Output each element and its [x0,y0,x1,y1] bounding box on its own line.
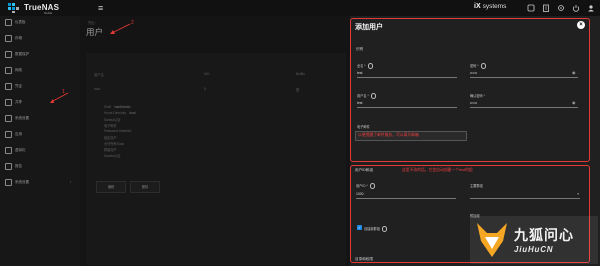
fullname-field[interactable]: test [357,70,457,78]
sidebar-item-system[interactable]: 系统设置 › [5,178,77,186]
sidebar-item-dashboard[interactable]: 仪表板 [5,18,77,26]
label-text: 确认密码 * [470,94,485,98]
top-bar: TrueNAS SCALE ≡ iX systems [0,0,600,16]
sidebar-item-label: 报告 [15,163,22,168]
password-value: •••••• [470,71,478,75]
ix-name: systems [482,3,507,10]
help-icon[interactable] [480,63,487,69]
chart-icon [5,163,12,170]
visibility-off-icon[interactable]: ◉ [572,71,578,75]
ix-prefix: iX [474,3,481,10]
label-text: 创建新群组 [364,227,380,231]
password-field[interactable]: •••••• ◉ [470,70,578,78]
section-identity: 识别 [356,47,364,51]
fullname-label: 全名 * [357,63,374,69]
fox-logo-icon [477,223,507,257]
sidebar-item-label: 凭证 [15,83,22,88]
visibility-off-icon[interactable]: ◉ [572,101,578,105]
section-user-id-and-groups: 用户ID和组 [355,168,373,172]
help-icon[interactable] [369,183,376,189]
truenas-logo[interactable]: TrueNAS SCALE [8,3,64,15]
help-icon[interactable] [381,226,388,232]
truenas-logo-icon [8,3,19,13]
username-field[interactable]: test [357,100,457,108]
confirm-password-field[interactable]: •••••• ◉ [470,100,578,108]
label-text: 全名 * [357,64,366,68]
sidebar-item-network[interactable]: 网络 [5,66,77,74]
uid-field[interactable]: 1000 [356,191,456,199]
annotation-arrow-1 [50,92,69,103]
sidebar-item-label: 系统设置 [15,179,29,184]
tune-icon [5,115,12,122]
email-label: 电子邮件 [357,125,370,129]
storage-icon [5,35,12,42]
ix-systems-logo[interactable]: iX systems [474,3,506,10]
annotation-number-1: 1 [62,89,65,95]
monitor-icon [5,147,12,154]
username-label: 用户名 * [357,93,377,99]
gear-icon [5,179,12,186]
power-icon[interactable] [572,4,580,12]
watermark: 九狐问心 JiuHuCN [470,216,598,264]
close-icon[interactable]: × [577,21,585,29]
sidebar-item-label: 共享 [15,99,22,104]
dashboard-icon [5,19,12,26]
help-icon[interactable] [367,63,374,69]
create-group-checkbox[interactable]: ✓ [357,225,362,230]
brand-name: TrueNAS [24,3,60,12]
sidebar-item-apps[interactable]: 应用 [5,130,77,138]
network-icon [5,67,12,74]
menu-toggle-icon[interactable]: ≡ [98,3,108,13]
sidebar-item-label: 应用 [15,131,22,136]
email-annotation: 以便提醒了邮件服务，可以填写邮箱 [358,133,419,137]
sidebar-item-reports[interactable]: 报告 [5,162,77,170]
sidebar-item-data-protection[interactable]: 数据保护 [5,50,77,58]
chevron-down-icon: ▾ [577,192,579,196]
settings-icon[interactable] [557,4,565,12]
help-icon[interactable] [370,93,377,99]
sidebar-item-label: 虚拟化 [15,147,26,152]
section-directories: 目录和权限 [355,257,373,261]
label-text: 用户ID * [356,184,368,188]
account-icon[interactable] [587,4,595,12]
chevron-right-icon: › [70,179,72,184]
uid-label: 用户ID * [356,183,376,189]
sidebar-item-virtualization[interactable]: 虚拟化 [5,146,77,154]
primary-group-select[interactable]: ▾ [470,191,580,199]
key-icon [5,83,12,90]
password-label: 密码 * [470,63,487,69]
sidebar-item-label: 网络 [15,67,22,72]
sidebar-item-system-settings[interactable]: 系统设置 [5,114,77,122]
panel-title: 添加用户 [355,24,383,31]
sidebar-item-label: 系统设置 [15,115,29,120]
alert-icon[interactable] [527,4,535,12]
clipboard-icon[interactable] [542,4,550,12]
primary-group-label: 主要群组 [470,184,483,188]
sidebar-item-label: 仪表板 [15,19,26,24]
share-icon [5,99,12,106]
label-text: 用户名 * [357,94,369,98]
watermark-en: JiuHuCN [514,245,554,254]
watermark-cn: 九狐问心 [514,227,574,243]
sidebar-item-label: 存储 [15,35,22,40]
ids-annotation: 这里不改的话，它会自动创建一个test的组 [402,168,473,172]
apps-icon [5,131,12,138]
modal-backdrop[interactable] [80,16,350,266]
sidebar-item-storage[interactable]: 存储 [5,34,77,42]
shield-icon [5,51,12,58]
confirm-value: •••••• [470,101,478,105]
label-text: 密码 * [470,64,479,68]
sidebar: 仪表板 存储 数据保护 网络 凭证 共享 系统设置 应用 虚拟化 报告 系统设置… [0,16,80,266]
annotation-number-2: 2 [131,20,134,26]
brand-sub: SCALE [44,12,53,15]
confirm-password-label: 确认密码 * [470,93,485,98]
sidebar-item-label: 数据保护 [15,51,29,56]
create-group-label: 创建新群组 [364,226,388,232]
